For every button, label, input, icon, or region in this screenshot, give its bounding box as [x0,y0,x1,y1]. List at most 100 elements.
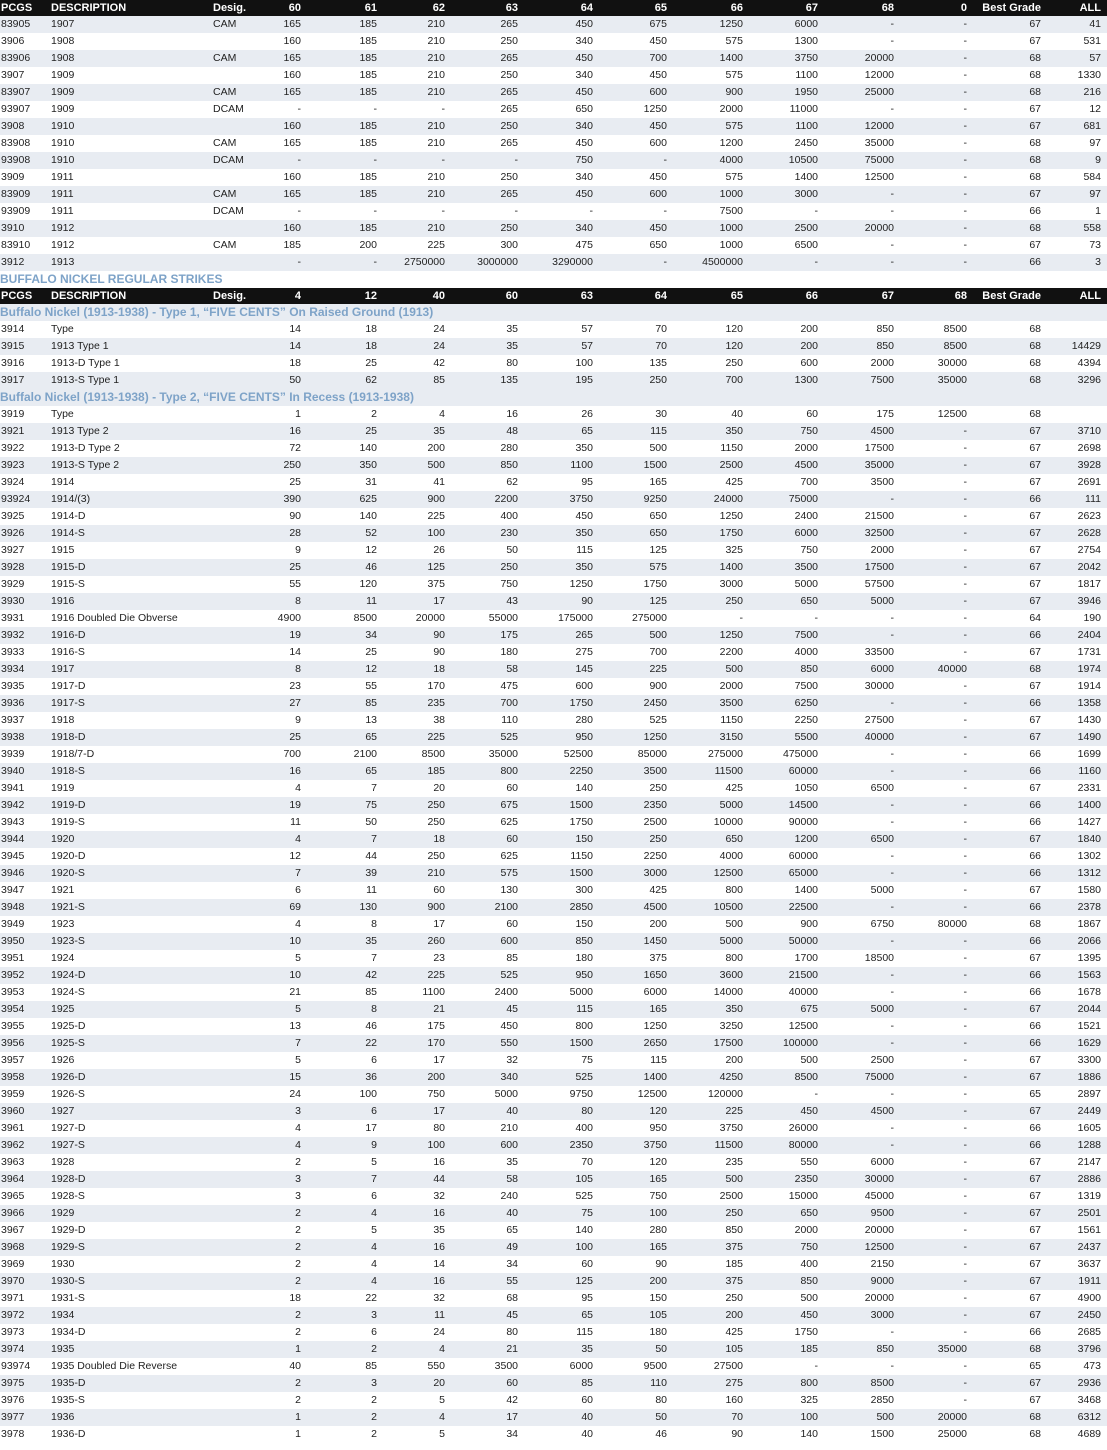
price-cell: 800 [725,884,743,896]
price-cell: 19 [289,799,301,811]
price-cell: 17500 [713,1037,743,1049]
best-grade: 67 [1029,1241,1041,1253]
header-desig: Desig. [213,2,247,14]
price-cell: 2000 [719,680,743,692]
price-cell: 5000 [494,1088,518,1100]
pcgs-number: 3936 [1,697,25,709]
header-best-grade: Best Grade [982,290,1041,302]
population-all: 2936 [1077,1377,1101,1389]
price-cell: 900 [725,86,743,98]
price-cell: 65 [365,765,377,777]
price-cell: 1500 [569,1037,593,1049]
price-cell: 24 [433,340,445,352]
population-all: 3296 [1077,374,1101,386]
population-all: 473 [1083,1360,1101,1372]
price-cell: 3500 [870,476,894,488]
price-cell: 52 [365,527,377,539]
price-cell: 165 [649,1003,667,1015]
price-cell: - [963,578,968,590]
coin-description: 1924-S [51,986,85,998]
price-cell: - [963,459,968,471]
population-all: 531 [1083,35,1101,47]
price-cell: 165 [649,1173,667,1185]
price-cell: 9500 [643,1360,667,1372]
price-cell: 160 [283,35,301,47]
price-cell: - [963,35,968,47]
price-cell: 12500 [937,408,967,420]
price-cell: 450 [575,86,593,98]
price-cell: 165 [283,18,301,30]
best-grade: 67 [1029,1207,1041,1219]
header-all: ALL [1079,2,1101,14]
pcgs-number: 3957 [1,1054,25,1066]
price-cell: - [963,527,968,539]
best-grade: 68 [1029,1411,1041,1423]
price-cell: 17 [433,1054,445,1066]
best-grade: 67 [1029,1190,1041,1202]
price-cell: 325 [800,1394,818,1406]
price-cell: - [890,867,895,879]
price-cell: 2 [295,1241,301,1253]
designation [213,848,271,865]
coin-description: 1913-D Type 1 [51,357,120,369]
best-grade: 67 [1029,1275,1041,1287]
subsection-title: Buffalo Nickel (1913-1938) - Type 2, “FI… [0,389,1107,406]
price-cell: 6500 [794,239,818,251]
price-cell: 5500 [794,731,818,743]
price-cell: - [963,612,968,624]
best-grade: 68 [1029,663,1041,675]
price-cell: 18 [433,833,445,845]
designation [213,372,271,389]
coin-description: 1934 [51,1309,75,1321]
population-all: 2331 [1077,782,1101,794]
price-cell: 65 [581,425,593,437]
table-row: 3976 1935-S 2 2 5 42 60 80 160 325 2850 - 67 3468 [0,1392,1107,1409]
best-grade: 66 [1029,969,1041,981]
price-cell: 150 [649,1292,667,1304]
price-cell: 35000 [937,374,967,386]
price-cell: 7 [371,1173,377,1185]
price-cell: - [814,256,819,268]
price-cell: 55000 [488,612,518,624]
coin-description: 1927 [51,1105,75,1117]
pcgs-number: 3946 [1,867,25,879]
price-cell: 2000 [794,442,818,454]
price-cell: 46 [365,1020,377,1032]
price-cell: - [963,1173,968,1185]
pcgs-number: 3908 [1,120,25,132]
price-cell: 7 [371,833,377,845]
price-cell: 45 [506,1003,518,1015]
designation [213,1069,271,1086]
price-cell: 35000 [864,137,894,149]
price-cell: 10500 [788,154,818,166]
price-cell: 11 [366,595,377,607]
pcgs-number: 83908 [1,137,31,149]
price-cell: 60 [506,1377,518,1389]
price-cell: 57 [581,340,593,352]
table-row: 3929 1915-S 55 120 375 750 1250 1750 3000 5000 575… [0,576,1107,593]
price-cell: - [890,1139,895,1151]
price-cell: 2 [295,1377,301,1389]
price-cell: 85 [581,1377,593,1389]
price-cell: 500 [876,1411,894,1423]
population-all: 1563 [1077,969,1101,981]
price-cell: - [963,731,968,743]
price-cell: 2250 [643,850,667,862]
price-cell: 2000 [870,357,894,369]
price-cell: 14 [289,340,301,352]
price-cell: - [963,1309,968,1321]
price-cell: 185 [283,239,301,251]
price-cell: 18500 [864,952,894,964]
designation [213,661,271,678]
coin-description: 1926-D [51,1071,86,1083]
price-cell: 2000 [794,1224,818,1236]
price-cell: - [890,1088,895,1100]
price-cell: 250 [500,35,518,47]
header-grade: 67 [881,290,894,302]
best-grade: 66 [1029,850,1041,862]
price-cell: 40 [506,1207,518,1219]
pcgs-number: 3973 [1,1326,25,1338]
pcgs-number: 3935 [1,680,25,692]
price-cell: 675 [500,799,518,811]
price-cell: 280 [575,714,593,726]
